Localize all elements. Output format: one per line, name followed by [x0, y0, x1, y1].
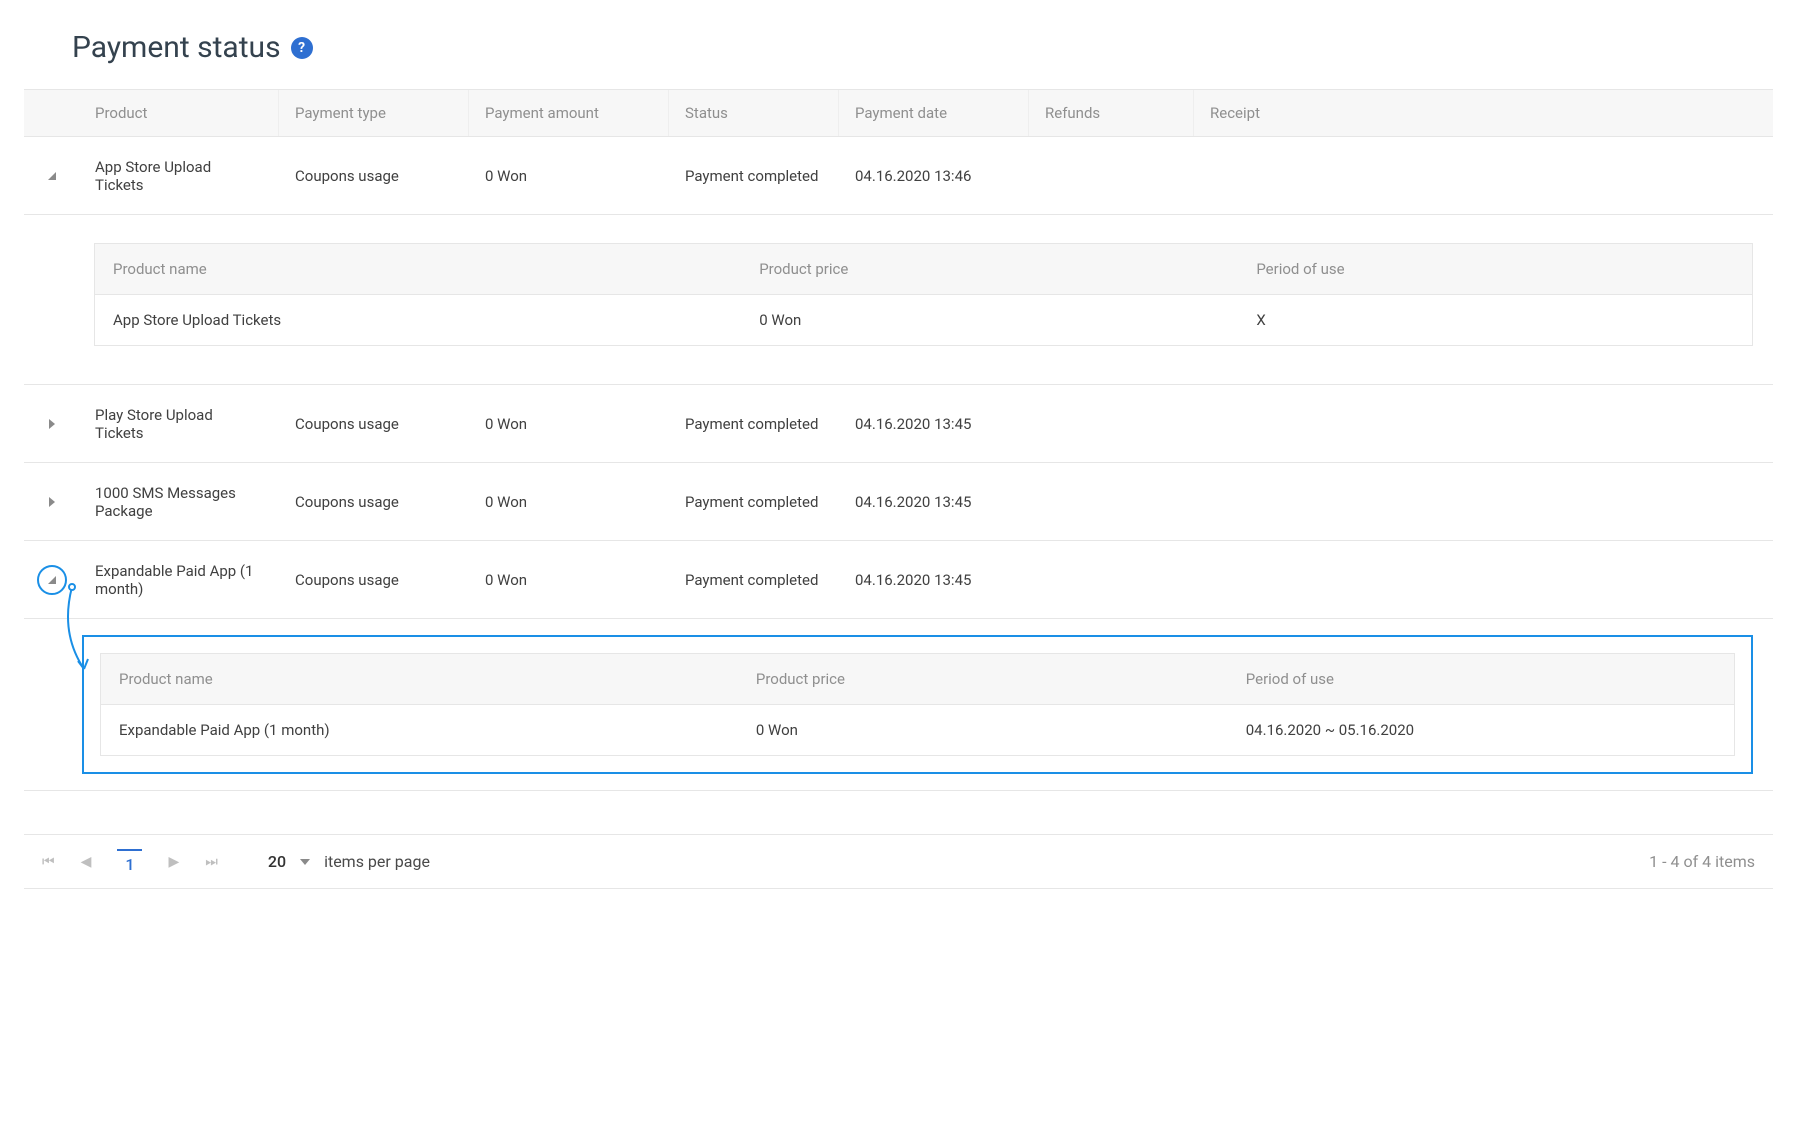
cell-product: Expandable Paid App (1 month): [79, 544, 279, 616]
header-product: Product: [79, 90, 279, 136]
header-receipt: Receipt: [1194, 90, 1773, 136]
detail-header-price: Product price: [741, 244, 1238, 294]
row-expander-icon[interactable]: [48, 576, 56, 584]
cell-refunds: [1029, 406, 1194, 442]
cell-payment-type: Coupons usage: [279, 149, 469, 203]
detail-header-name: Product name: [101, 654, 738, 704]
detail-cell-name: Expandable Paid App (1 month): [101, 705, 738, 755]
grid-header: Product Payment type Payment amount Stat…: [24, 90, 1773, 137]
pager-prev-icon[interactable]: ◀: [81, 854, 92, 870]
cell-payment-date: 04.16.2020 13:45: [839, 553, 1029, 607]
table-row: Play Store Upload Tickets Coupons usage …: [24, 385, 1773, 463]
chevron-down-icon: [300, 859, 310, 865]
detail-panel: Product name Product price Period of use…: [24, 215, 1773, 385]
detail-cell-name: App Store Upload Tickets: [95, 295, 741, 345]
detail-cell-price: 0 Won: [738, 705, 1228, 755]
help-icon[interactable]: ?: [291, 37, 313, 59]
cell-payment-amount: 0 Won: [469, 475, 669, 529]
cell-product: App Store Upload Tickets: [79, 140, 279, 212]
row-expander-icon[interactable]: [49, 419, 55, 429]
cell-receipt: [1194, 406, 1773, 442]
pager-summary: 1 - 4 of 4 items: [1649, 852, 1755, 871]
cell-receipt: [1194, 562, 1773, 598]
cell-refunds: [1029, 158, 1194, 194]
cell-payment-type: Coupons usage: [279, 475, 469, 529]
header-refunds: Refunds: [1029, 90, 1194, 136]
cell-status: Payment completed: [669, 475, 839, 529]
cell-payment-date: 04.16.2020 13:45: [839, 397, 1029, 451]
row-expander-icon[interactable]: [49, 497, 55, 507]
detail-cell-price: 0 Won: [741, 295, 1238, 345]
highlight-box: Product name Product price Period of use…: [82, 635, 1753, 774]
cell-payment-amount: 0 Won: [469, 397, 669, 451]
pager-current-page[interactable]: 1: [117, 849, 142, 874]
page-size-label: items per page: [324, 852, 430, 871]
detail-header-price: Product price: [738, 654, 1228, 704]
header-payment-amount: Payment amount: [469, 90, 669, 136]
payment-grid: Product Payment type Payment amount Stat…: [24, 89, 1773, 889]
page-title: Payment status: [72, 30, 281, 65]
cell-product: 1000 SMS Messages Package: [79, 466, 279, 538]
pager-next-icon[interactable]: ▶: [168, 854, 179, 870]
table-row: Expandable Paid App (1 month) Coupons us…: [24, 541, 1773, 619]
table-row: 1000 SMS Messages Package Coupons usage …: [24, 463, 1773, 541]
cell-status: Payment completed: [669, 397, 839, 451]
detail-cell-period: 04.16.2020 ~ 05.16.2020: [1228, 705, 1734, 755]
header-payment-date: Payment date: [839, 90, 1029, 136]
pager-first-icon[interactable]: ⏮: [42, 854, 55, 870]
pager: ⏮ ◀ 1 ▶ ⏭ 20 items per page 1 - 4 of 4 i…: [24, 835, 1773, 888]
grid-bottom-gap: [24, 791, 1773, 835]
cell-status: Payment completed: [669, 149, 839, 203]
cell-receipt: [1194, 484, 1773, 520]
cell-payment-type: Coupons usage: [279, 397, 469, 451]
cell-payment-type: Coupons usage: [279, 553, 469, 607]
detail-header-period: Period of use: [1238, 244, 1752, 294]
table-row: App Store Upload Tickets Coupons usage 0…: [24, 137, 1773, 215]
row-expander-highlight-circle: [37, 565, 67, 595]
cell-payment-amount: 0 Won: [469, 553, 669, 607]
pager-last-icon[interactable]: ⏭: [205, 854, 218, 870]
cell-receipt: [1194, 158, 1773, 194]
cell-product: Play Store Upload Tickets: [79, 388, 279, 460]
page-size-value: 20: [268, 852, 286, 871]
detail-cell-period: X: [1238, 295, 1752, 345]
cell-payment-date: 04.16.2020 13:45: [839, 475, 1029, 529]
detail-panel: Product name Product price Period of use…: [24, 619, 1773, 791]
header-payment-type: Payment type: [279, 90, 469, 136]
row-expander-icon[interactable]: [48, 172, 56, 180]
page-size-selector[interactable]: 20 items per page: [268, 852, 430, 871]
cell-payment-amount: 0 Won: [469, 149, 669, 203]
cell-payment-date: 04.16.2020 13:46: [839, 149, 1029, 203]
cell-status: Payment completed: [669, 553, 839, 607]
cell-refunds: [1029, 484, 1194, 520]
detail-header-name: Product name: [95, 244, 741, 294]
detail-header-period: Period of use: [1228, 654, 1734, 704]
cell-refunds: [1029, 562, 1194, 598]
header-status: Status: [669, 90, 839, 136]
